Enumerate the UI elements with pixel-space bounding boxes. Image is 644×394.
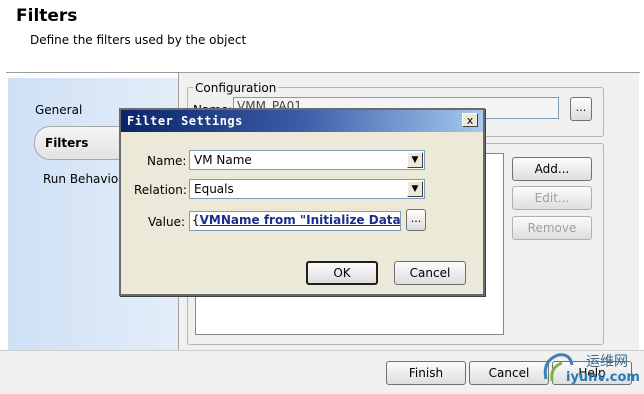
watermark-en-text: iyunv.com xyxy=(566,370,640,385)
filter-name-label: Name: xyxy=(147,154,187,168)
page-title: Filters xyxy=(16,6,78,26)
sidebar-item-run-behavior[interactable]: Run Behavior xyxy=(43,172,123,186)
finish-button[interactable]: Finish xyxy=(386,361,466,385)
sidebar-item-label: Filters xyxy=(45,136,89,150)
chevron-down-icon[interactable]: ▼ xyxy=(407,181,423,197)
page-subtitle: Define the filters used by the object xyxy=(30,33,247,47)
wizard-header: Filters Define the filters used by the o… xyxy=(0,0,644,72)
value-open-brace: { xyxy=(192,213,200,227)
watermark-logo: 运维网 iyunv.com xyxy=(536,348,640,390)
sidebar-item-general[interactable]: General xyxy=(35,103,82,117)
close-icon[interactable]: x xyxy=(462,113,478,127)
filter-settings-dialog: Filter Settings x Name: VM Name ▼ Relati… xyxy=(119,108,485,296)
filter-name-value: VM Name xyxy=(194,153,252,167)
dialog-cancel-button[interactable]: Cancel xyxy=(394,261,466,285)
value-browse-button[interactable]: ... xyxy=(406,209,426,231)
value-label: Value: xyxy=(148,215,185,229)
relation-label: Relation: xyxy=(134,183,187,197)
value-token: VMName from "Initialize Data" xyxy=(199,213,401,227)
value-field[interactable]: {VMName from "Initialize Data"} xyxy=(189,211,401,231)
ok-button[interactable]: OK xyxy=(306,261,378,285)
filter-name-select[interactable]: VM Name ▼ xyxy=(189,150,425,170)
remove-filter-button[interactable]: Remove xyxy=(512,216,592,240)
chevron-down-icon[interactable]: ▼ xyxy=(407,152,423,168)
dialog-title: Filter Settings xyxy=(127,114,243,128)
relation-value: Equals xyxy=(194,182,234,196)
name-browse-button[interactable]: ... xyxy=(570,97,592,121)
add-filter-button[interactable]: Add... xyxy=(512,157,592,181)
dialog-title-bar[interactable]: Filter Settings x xyxy=(121,110,483,132)
configuration-group-label: Configuration xyxy=(193,81,279,95)
watermark-cn-text: 运维网 xyxy=(586,354,628,370)
edit-filter-button[interactable]: Edit... xyxy=(512,186,592,210)
relation-select[interactable]: Equals ▼ xyxy=(189,179,425,199)
